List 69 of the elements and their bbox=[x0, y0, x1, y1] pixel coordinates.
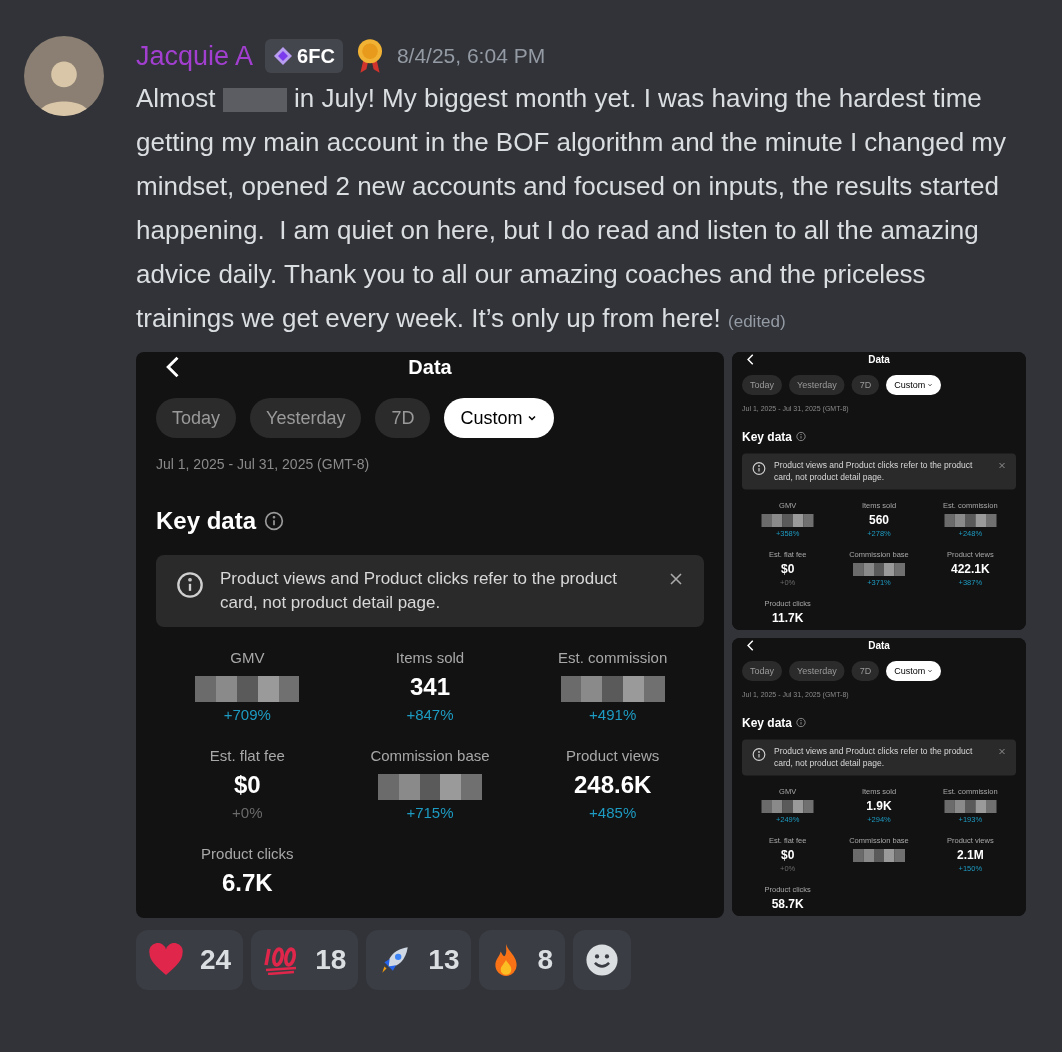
metric-value: $0 bbox=[781, 846, 795, 863]
metric-label: GMV bbox=[230, 648, 265, 668]
add-reaction-button[interactable] bbox=[573, 930, 632, 990]
metric-value: $0 bbox=[781, 560, 795, 577]
metric-label: Product clicks bbox=[201, 844, 294, 864]
section-title: Key data bbox=[156, 506, 257, 536]
metric-value: $0 bbox=[233, 769, 261, 800]
info-icon bbox=[264, 511, 285, 531]
filter-tab[interactable]: Custom bbox=[886, 661, 942, 681]
filter-tab[interactable]: Yesterday bbox=[789, 375, 845, 395]
filter-tab[interactable]: Today bbox=[742, 661, 782, 681]
server-tag[interactable]: 6FC bbox=[265, 39, 343, 73]
reaction-button[interactable]: 13 bbox=[366, 930, 472, 990]
metric-value: 2.1M bbox=[957, 846, 984, 863]
message-text: Almost in July! My biggest month yet. I was having the hardest time getting my main account in the BOF algorithm and the minute I changed my mindset, opened 2 new accounts and focused on inputs, the results started happening. I am quiet on here, but I do read and listen to all the amazing advice daily. Thank you to all our amazing coaches and the priceless trainings we get every week. It’s only up from here! (edited) bbox=[136, 82, 1007, 335]
screenshot-attachment[interactable] bbox=[732, 638, 1026, 916]
section-title: Key data bbox=[742, 714, 792, 732]
filter-tab[interactable]: Yesterday bbox=[250, 398, 362, 438]
screen-title: Data bbox=[868, 353, 890, 367]
filter-tab[interactable]: 7D bbox=[375, 398, 431, 438]
screenshot-attachment[interactable] bbox=[732, 352, 1026, 630]
metric-value: 560 bbox=[869, 511, 889, 528]
filter-tab[interactable]: Today bbox=[156, 398, 237, 438]
metric-change: +485% bbox=[589, 802, 637, 823]
metric-label: Est. commission bbox=[558, 648, 668, 668]
metric-change: +847% bbox=[406, 704, 454, 725]
section-title: Key data bbox=[742, 428, 792, 446]
filter-tab[interactable]: Today bbox=[742, 375, 782, 395]
screen-title: Data bbox=[408, 355, 452, 380]
filter-tab[interactable]: 7D bbox=[851, 661, 880, 681]
reaction-button[interactable]: 8 bbox=[479, 930, 566, 990]
metric-value: 11.7K bbox=[772, 609, 804, 626]
redacted-value bbox=[944, 799, 997, 813]
notice-text: Product views and Product clicks refer to the product card, not product detail page. bbox=[774, 745, 974, 770]
redacted-value bbox=[761, 513, 814, 527]
close-icon[interactable] bbox=[668, 571, 684, 587]
metric-value: 1.9K bbox=[866, 797, 892, 814]
filter-tab[interactable]: Custom bbox=[886, 375, 942, 395]
redacted-value bbox=[853, 562, 905, 576]
filter-tab[interactable]: 7D bbox=[851, 375, 880, 395]
metric-change: +715% bbox=[406, 802, 454, 823]
metric-change: +491% bbox=[589, 704, 637, 725]
filter-tab[interactable]: Custom bbox=[444, 398, 555, 438]
reaction-button[interactable]: 24 bbox=[136, 930, 244, 990]
metric-value: 341 bbox=[409, 671, 450, 702]
metric-value: 422.1K bbox=[951, 560, 990, 577]
notice-text: Product views and Product clicks refer to the product card, not product detail page. bbox=[774, 459, 974, 484]
metric-label: Items sold bbox=[395, 648, 465, 668]
redacted-value bbox=[944, 513, 997, 527]
metric-change: +0% bbox=[232, 802, 263, 823]
reaction-button[interactable]: 18 bbox=[251, 930, 359, 990]
metric-label: Commission base bbox=[370, 746, 490, 766]
metric-value: 58.7K bbox=[771, 895, 804, 912]
metric-label: Est. flat fee bbox=[209, 746, 285, 766]
heart-icon bbox=[148, 943, 184, 977]
metric-label: Product views bbox=[565, 746, 660, 766]
redacted-value bbox=[853, 848, 905, 862]
diamond-icon bbox=[273, 46, 294, 66]
add-reaction-icon bbox=[585, 943, 620, 977]
date-range: Jul 1, 2025 - Jul 31, 2025 (GMT-8) bbox=[156, 455, 371, 474]
info-icon bbox=[176, 571, 204, 599]
screen-title: Data bbox=[868, 639, 890, 653]
timestamp: 8/4/25, 6:04 PM bbox=[396, 43, 546, 70]
metric-change: +709% bbox=[223, 704, 271, 725]
filter-tab[interactable]: Yesterday bbox=[789, 661, 845, 681]
notice-text: Product views and Product clicks refer to the product card, not product detail page. bbox=[220, 568, 618, 614]
redacted-value bbox=[761, 799, 814, 813]
metric-value: 248.6K bbox=[573, 769, 652, 800]
metric-value: 6.7K bbox=[221, 867, 273, 898]
